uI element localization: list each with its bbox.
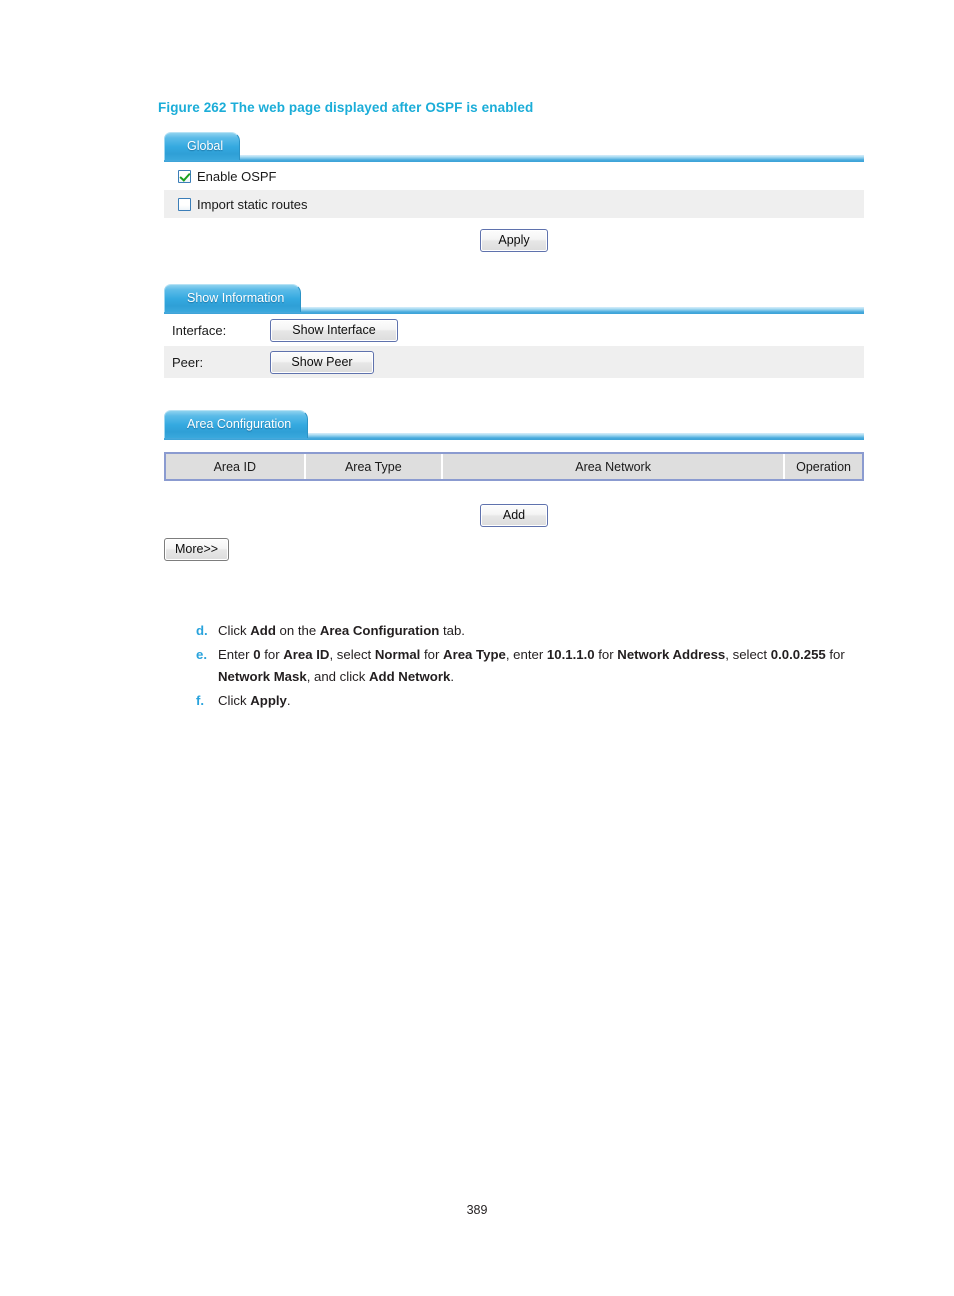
show-information-rows: Interface: Show Interface Peer: Show Pee… [164,314,864,378]
global-apply-row: Apply [164,218,864,252]
tab-global[interactable]: Global [164,132,241,160]
area-configuration-panel: Area Configuration Area ID Area Type Are… [164,410,864,561]
column-header-area-id[interactable]: Area ID [164,452,305,481]
column-header-operation[interactable]: Operation [783,452,864,481]
figure-caption: Figure 262 The web page displayed after … [158,100,534,115]
show-information-panel: Show Information Interface: Show Interfa… [164,284,864,378]
import-static-routes-checkbox[interactable] [178,197,191,211]
global-tab-underline [164,155,864,162]
step-marker: d. [196,623,208,638]
tab-area-configuration[interactable]: Area Configuration [164,410,309,438]
global-rows: Enable OSPF Import static routes [164,162,864,218]
interface-label: Interface: [172,322,227,338]
steps-list: d. Click Add on the Area Configuration ta… [196,620,868,714]
show-interface-button[interactable]: Show Interface [270,318,398,342]
table-header-row: Area ID Area Type Area Network Operation [164,452,864,481]
apply-button[interactable]: Apply [480,229,548,252]
column-header-area-type[interactable]: Area Type [303,452,443,481]
peer-label: Peer: [172,354,204,370]
page-number: 389 [466,1203,488,1217]
enable-ospf-checkbox[interactable] [178,169,191,183]
step-item: d. Click Add on the Area Configuration ta… [196,620,868,643]
global-panel: Global Enable OSPF Import static routes … [164,132,864,252]
more-button[interactable]: More>> [164,538,230,561]
step-text: Click Add on the Area Configuration tab. [218,623,465,638]
show-peer-button[interactable]: Show Peer [270,350,374,374]
row-peer: Peer: Show Peer [164,346,864,378]
area-configuration-tab-row: Area Configuration [164,410,864,440]
column-header-area-network[interactable]: Area Network [441,452,785,481]
row-interface: Interface: Show Interface [164,314,864,346]
tab-show-information[interactable]: Show Information [164,284,302,312]
enable-ospf-label: Enable OSPF [197,168,277,184]
import-static-routes-label: Import static routes [197,196,308,212]
panel-gap-2 [164,378,864,410]
add-button[interactable]: Add [480,504,548,527]
show-information-tab-row: Show Information [164,284,864,314]
global-tab-row: Global [164,132,864,162]
row-enable-ospf: Enable OSPF [164,162,864,190]
step-text: Enter 0 for Area ID, select Normal for A… [218,646,845,685]
area-configuration-add-row: Add [164,481,864,527]
area-configuration-table: Area ID Area Type Area Network Operation [164,452,864,481]
step-text: Click Apply. [218,693,291,709]
row-import-static-routes: Import static routes [164,190,864,218]
step-marker: f. [196,693,205,709]
panel-gap-1 [164,252,864,284]
step-item: f. Click Apply. [196,690,868,713]
step-marker: e. [196,646,207,662]
step-item: e. Enter 0 for Area ID, select Normal for… [196,644,868,689]
web-page-screenshot: Global Enable OSPF Import static routes … [164,132,864,561]
more-row: More>> [164,538,864,561]
